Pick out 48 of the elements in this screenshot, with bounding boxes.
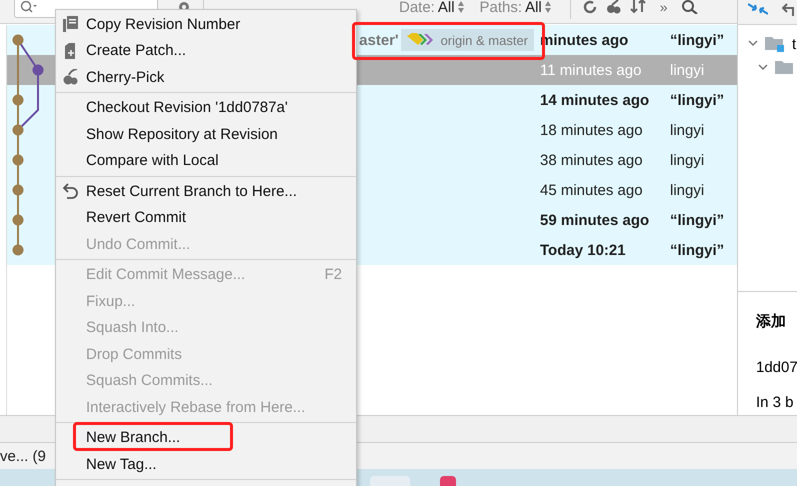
commit-author: lingyi xyxy=(670,152,706,168)
commit-hash: 1dd07 xyxy=(756,359,797,376)
menu-item[interactable]: Compare with Local xyxy=(56,148,356,174)
commit-title: 添加 xyxy=(756,312,787,331)
taskbar-app-icon[interactable] xyxy=(440,476,456,486)
commit-date: 18 minutes ago xyxy=(540,122,644,138)
undo-arrow-icon xyxy=(63,183,79,200)
commit-message: aster' xyxy=(359,32,399,48)
folder-icon xyxy=(775,60,795,76)
copy-icon xyxy=(63,16,79,32)
branches-note: In 3 b xyxy=(756,394,795,411)
menu-item[interactable]: New Branch... xyxy=(56,424,356,451)
commit-author: “lingyi” xyxy=(670,242,726,258)
commit-date: 14 minutes ago xyxy=(540,92,650,108)
menu-item[interactable]: Show Repository at Revision xyxy=(56,121,356,148)
sort-arrows-icon xyxy=(458,1,464,13)
undo-icon[interactable] xyxy=(782,2,794,16)
commit-date: Today 10:21 xyxy=(540,242,627,258)
status-text: ve... (9 xyxy=(0,448,46,464)
search-icon xyxy=(20,1,38,13)
folder-icon xyxy=(765,36,785,52)
commit-date: 11 minutes ago xyxy=(540,62,642,78)
refresh-icon[interactable] xyxy=(582,0,598,14)
commit-author: “lingyi” xyxy=(670,32,726,48)
branch-tag: origin & master xyxy=(400,29,534,51)
commit-date: 38 minutes ago xyxy=(540,152,644,168)
sort-icon[interactable] xyxy=(630,0,646,14)
more-button[interactable]: » xyxy=(660,0,668,15)
cherry-icon[interactable] xyxy=(606,0,622,14)
tree-item-label[interactable]: t xyxy=(792,36,796,52)
filter-dropdown[interactable]: Date: All xyxy=(399,0,464,16)
commit-date: 59 minutes ago xyxy=(540,212,650,228)
commit-author: lingyi xyxy=(670,182,706,198)
menu-item[interactable]: New Tag... xyxy=(56,451,356,478)
menu-item[interactable]: Revert Commit xyxy=(56,204,356,231)
menu-item[interactable]: Reset Current Branch to Here... xyxy=(56,178,356,204)
commit-author: lingyi xyxy=(670,62,706,78)
cherry-icon xyxy=(63,69,79,86)
sort-arrows-icon xyxy=(544,1,551,13)
commit-author: “lingyi” xyxy=(670,92,726,108)
chevron-icon[interactable] xyxy=(758,64,768,72)
commit-author: “lingyi” xyxy=(670,212,726,228)
collapse-arrows-icon[interactable] xyxy=(748,2,768,16)
commit-date: 45 minutes ago xyxy=(540,182,644,198)
chevron-icon[interactable] xyxy=(748,40,758,48)
filter-dropdown[interactable]: Paths: All xyxy=(480,0,551,16)
commit-author: lingyi xyxy=(670,122,706,138)
search-icon[interactable] xyxy=(682,0,698,14)
